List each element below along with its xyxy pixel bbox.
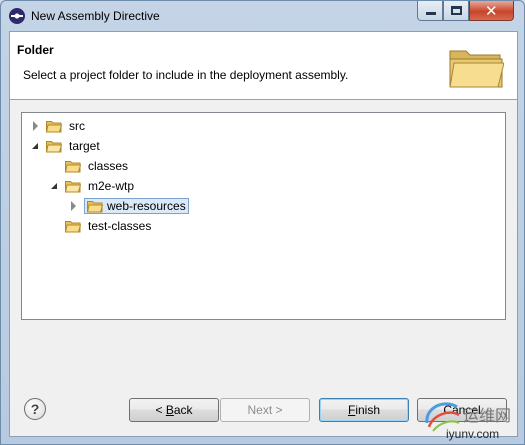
window-title: New Assembly Directive [31,9,160,23]
watermark-logo-text: 运维网 [463,406,512,425]
tree-item-label: src [69,119,85,133]
tree-item-classes[interactable]: classes [65,157,131,175]
page-description: Select a project folder to include in th… [23,68,349,82]
tree-item-test-classes[interactable]: test-classes [65,217,154,235]
tree-item-label: classes [88,159,129,173]
folder-icon [46,120,62,132]
folder-icon [87,200,103,212]
tree-item-target[interactable]: target [31,137,103,155]
back-rest: ack [173,403,193,417]
eclipse-icon [9,8,25,24]
expanded-arrow-icon [51,183,57,189]
tree-item-selection: web-resources [84,198,189,214]
folder-open-icon [65,180,81,192]
watermark-logo: 运维网 iyunv.com [419,393,523,443]
back-mnemonic: B [165,403,174,417]
folder-icon [65,220,81,232]
collapsed-arrow-icon [32,121,38,131]
watermark-text: iyunv.com [446,427,500,441]
finish-button[interactable]: Finish [319,398,409,422]
tree-item-m2e-wtp[interactable]: m2e-wtp [50,177,137,195]
title-bar[interactable]: New Assembly Directive ✕ [1,1,524,31]
finish-rest: inish [355,403,381,417]
maximize-button[interactable] [443,1,469,21]
tree-item-web-resources[interactable]: web-resources [69,197,189,215]
dialog-window: New Assembly Directive ✕ Folder Select a… [0,0,525,445]
tree-item-label: web-resources [107,199,186,213]
expand-toggle[interactable] [31,121,39,131]
close-icon: ✕ [485,2,498,20]
page-title: Folder [17,43,54,57]
expand-toggle[interactable] [31,142,39,150]
minimize-icon [426,12,436,15]
tree-item-label: target [69,139,100,153]
wizard-header: Folder Select a project folder to includ… [10,32,517,100]
expand-toggle[interactable] [69,201,77,211]
folder-banner-icon [449,50,504,88]
expanded-arrow-icon [32,143,38,149]
collapsed-arrow-icon [70,201,76,211]
minimize-button[interactable] [417,1,443,21]
expand-toggle[interactable] [50,182,58,190]
next-button[interactable]: Next > [220,398,310,422]
back-button[interactable]: < Back [129,398,219,422]
folder-icon [65,160,81,172]
tree-item-src[interactable]: src [31,117,88,135]
folder-open-icon [46,140,62,152]
dialog-client-area: Folder Select a project folder to includ… [9,31,518,437]
tree-item-label: m2e-wtp [88,179,135,193]
maximize-icon [451,6,462,15]
folder-tree[interactable]: src target classes m2e-wtp web-resources… [21,112,506,320]
back-prefix: < [155,403,166,417]
tree-item-label: test-classes [88,219,152,233]
help-button[interactable]: ? [24,398,46,420]
close-button[interactable]: ✕ [469,1,514,21]
